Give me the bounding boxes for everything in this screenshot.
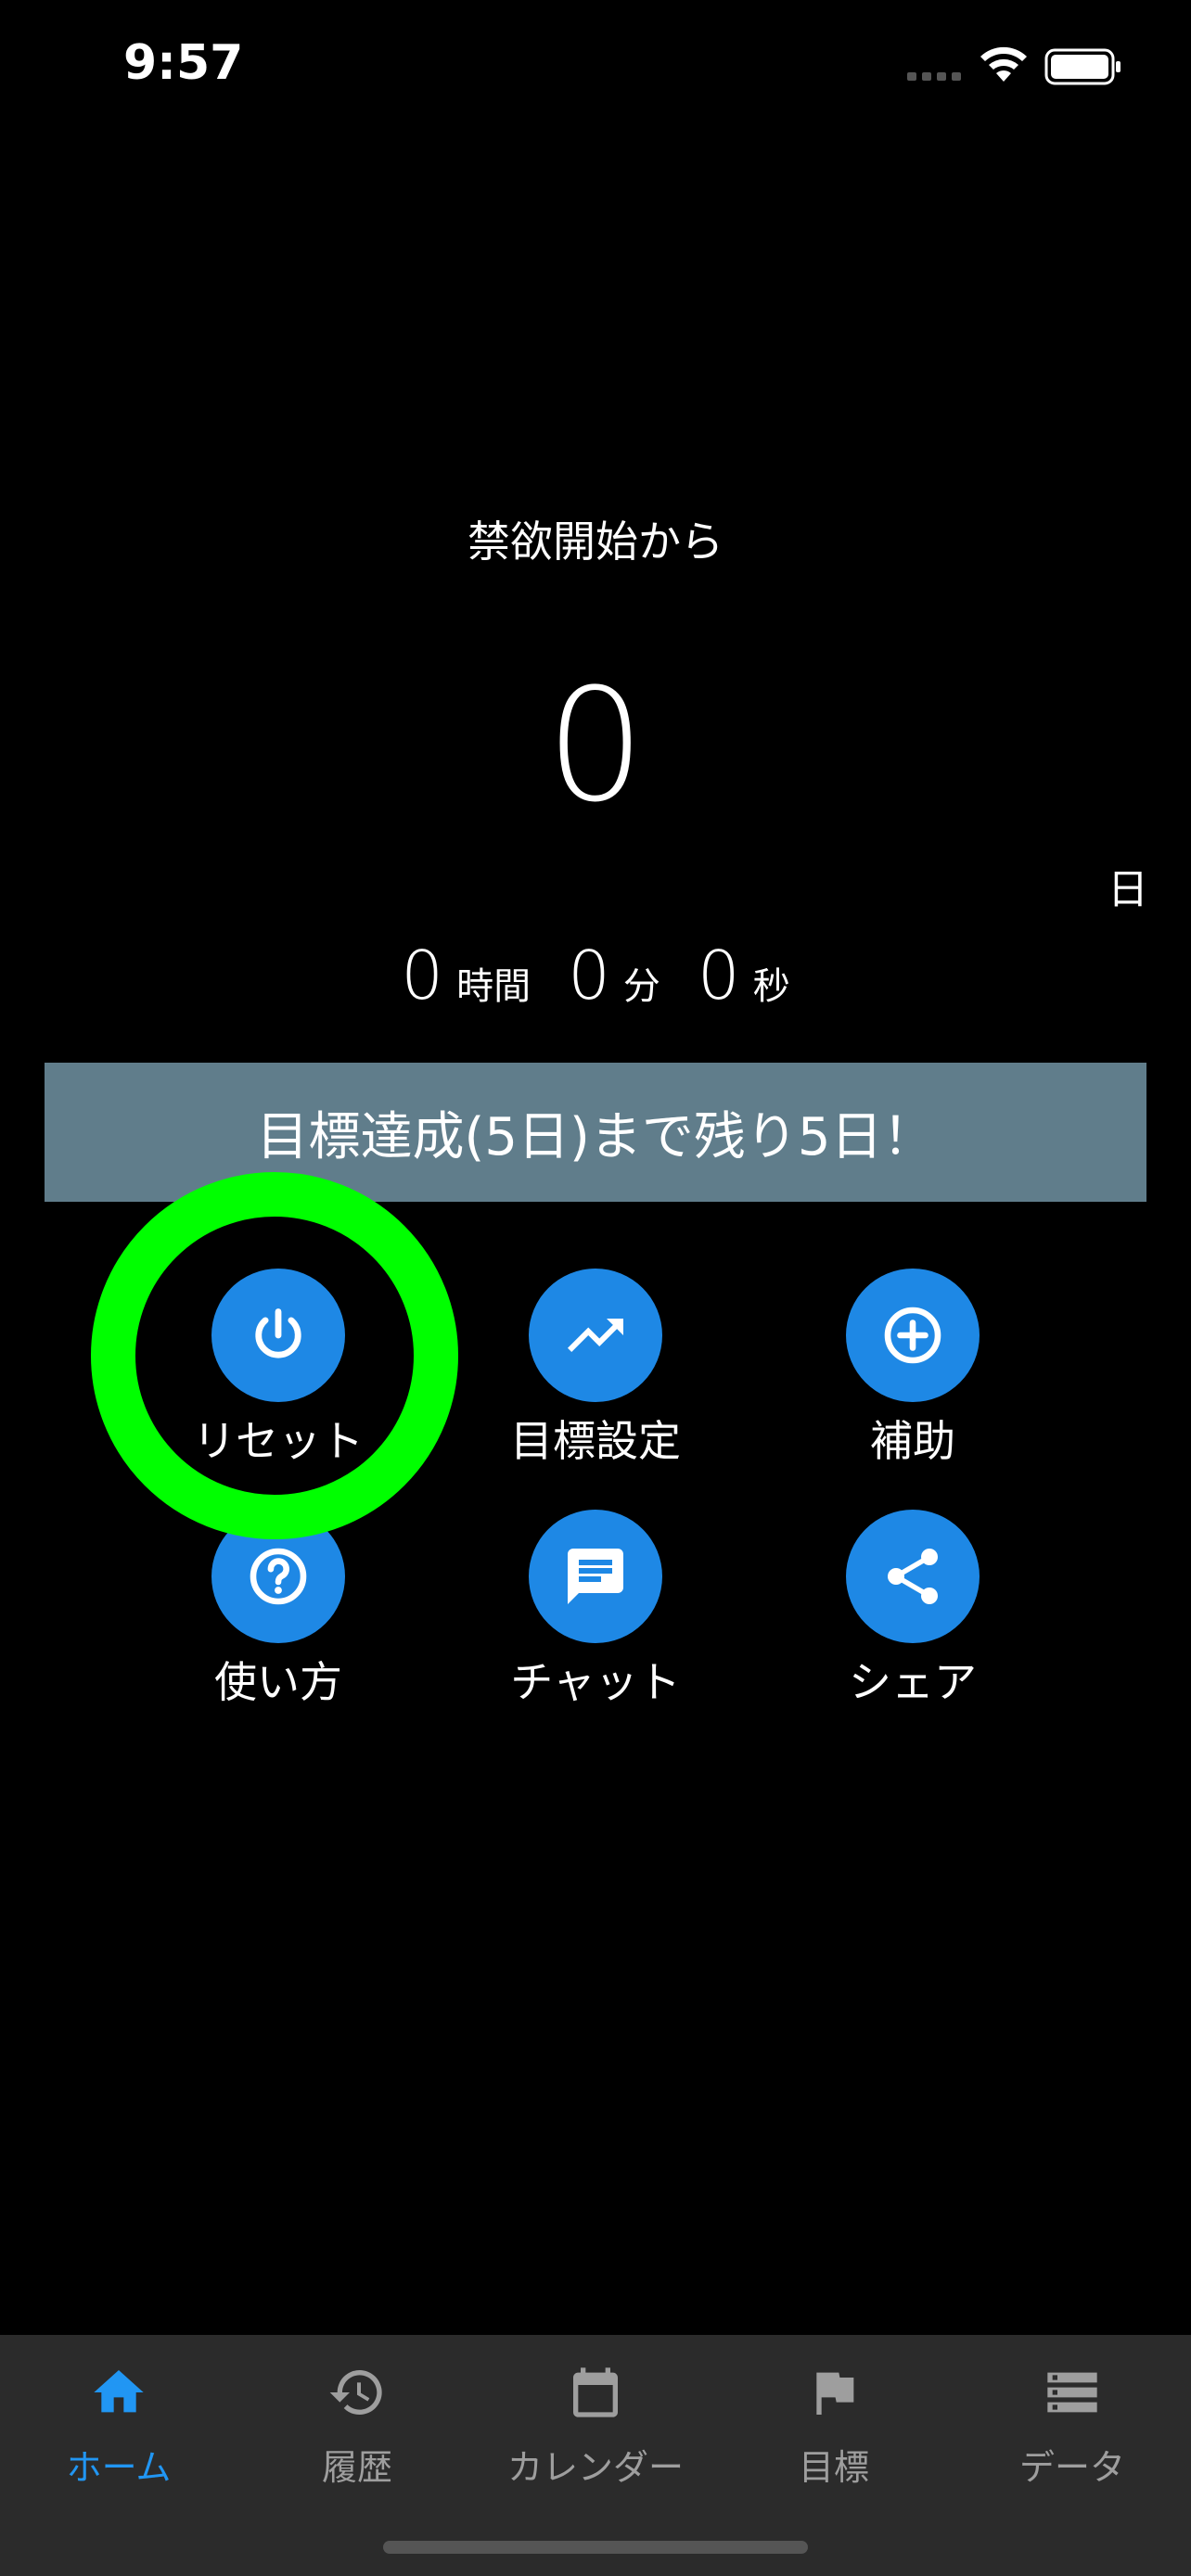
share-label: シェア bbox=[849, 1657, 977, 1707]
calendar-icon bbox=[573, 2367, 618, 2417]
elapsed-title: 禁欲開始から bbox=[467, 516, 724, 567]
assist-label: 補助 bbox=[870, 1416, 955, 1466]
reset-button[interactable]: リセット bbox=[158, 1269, 399, 1469]
hours-unit-label: 時間 bbox=[456, 965, 531, 1008]
seconds-value: 0 bbox=[697, 937, 740, 1014]
goal-setting-button[interactable]: 目標設定 bbox=[475, 1269, 716, 1469]
home-icon bbox=[94, 2370, 144, 2413]
storage-icon bbox=[1047, 2372, 1097, 2413]
share-button-circle[interactable] bbox=[846, 1510, 980, 1643]
minutes-unit-label: 分 bbox=[622, 965, 660, 1008]
share-icon bbox=[888, 1549, 938, 1604]
tab-home-label: ホーム bbox=[66, 2447, 172, 2488]
home-indicator[interactable] bbox=[383, 2541, 808, 2554]
how-to-use-label: 使い方 bbox=[214, 1657, 342, 1707]
add-circle-icon bbox=[884, 1307, 941, 1364]
assist-button[interactable]: 補助 bbox=[792, 1269, 1033, 1469]
status-bar: 9:57 bbox=[0, 0, 1191, 130]
tab-history[interactable]: 履歴 bbox=[238, 2363, 476, 2490]
wifi-icon bbox=[980, 46, 1027, 82]
tab-goal[interactable]: 目標 bbox=[715, 2363, 953, 2490]
elapsed-days-value: 0 bbox=[545, 655, 646, 836]
battery-icon bbox=[1044, 48, 1121, 85]
goal-setting-button-circle[interactable] bbox=[529, 1269, 662, 1402]
days-unit-label: 日 bbox=[1108, 866, 1148, 913]
status-time: 9:57 bbox=[123, 35, 244, 91]
reset-button-circle[interactable] bbox=[211, 1269, 345, 1402]
power-icon bbox=[255, 1308, 301, 1358]
hours-value: 0 bbox=[401, 937, 444, 1014]
tab-calendar-label: カレンダー bbox=[506, 2447, 684, 2488]
elapsed-time-row: 0 時間 0 分 0 秒 bbox=[0, 937, 1191, 1014]
chat-icon bbox=[568, 1549, 623, 1604]
cellular-signal-icon bbox=[907, 72, 961, 81]
flag-icon bbox=[816, 2372, 854, 2415]
seconds-unit-label: 秒 bbox=[752, 965, 790, 1008]
chat-button-circle[interactable] bbox=[529, 1510, 662, 1643]
tab-calendar[interactable]: カレンダー bbox=[477, 2363, 714, 2490]
history-icon bbox=[329, 2370, 382, 2415]
tab-data-label: データ bbox=[1018, 2447, 1125, 2488]
minutes-value: 0 bbox=[568, 937, 610, 1014]
trending-up-icon bbox=[568, 1319, 623, 1352]
goal-progress-banner: 目標達成(5日)まで残り5日！ bbox=[45, 1063, 1146, 1202]
how-to-use-button-circle[interactable] bbox=[211, 1510, 345, 1643]
bottom-tab-bar: ホーム 履歴 カレンダー 目標 データ bbox=[0, 2335, 1191, 2576]
chat-button[interactable]: チャット bbox=[475, 1510, 716, 1710]
goal-progress-text: 目標達成(5日)まで残り5日！ bbox=[256, 1106, 935, 1167]
goal-setting-label: 目標設定 bbox=[510, 1416, 681, 1466]
share-button[interactable]: シェア bbox=[792, 1510, 1033, 1710]
tab-history-label: 履歴 bbox=[321, 2447, 392, 2488]
tab-data[interactable]: データ bbox=[954, 2363, 1191, 2490]
help-icon bbox=[250, 1548, 307, 1605]
assist-button-circle[interactable] bbox=[846, 1269, 980, 1402]
tab-home[interactable]: ホーム bbox=[0, 2363, 237, 2490]
how-to-use-button[interactable]: 使い方 bbox=[158, 1510, 399, 1710]
chat-label: チャット bbox=[510, 1657, 681, 1707]
tab-goal-label: 目標 bbox=[798, 2447, 869, 2488]
reset-label: リセット bbox=[193, 1416, 364, 1466]
